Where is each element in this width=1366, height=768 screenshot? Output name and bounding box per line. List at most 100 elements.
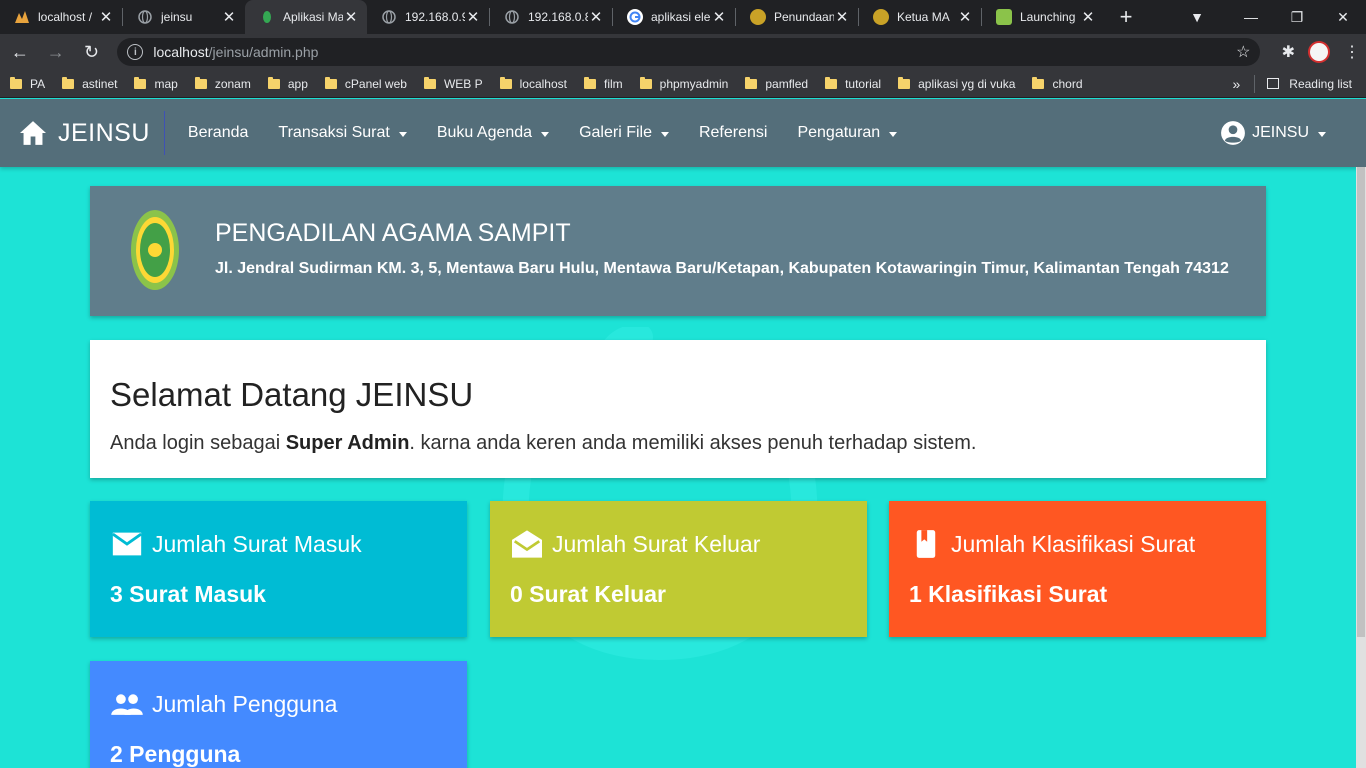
- bookmark-item[interactable]: map: [134, 76, 178, 91]
- globe-icon: [504, 9, 520, 25]
- bookmark-item[interactable]: zonam: [194, 76, 251, 91]
- stat-card-surat-keluar[interactable]: Jumlah Surat Keluar 0 Surat Keluar: [490, 501, 867, 637]
- forward-icon[interactable]: →: [40, 36, 72, 68]
- bookmark-label: zonam: [214, 76, 251, 91]
- stat-value: 0 Surat Keluar: [510, 581, 666, 607]
- bookmark-label: cPanel web: [344, 76, 407, 91]
- google-icon: [627, 9, 643, 25]
- back-icon[interactable]: ←: [4, 36, 36, 68]
- book-icon: [916, 530, 936, 558]
- close-icon[interactable]: ✕: [221, 8, 237, 26]
- stat-card-klasifikasi-surat[interactable]: Jumlah Klasifikasi Surat 1 Klasifikasi S…: [889, 501, 1266, 637]
- close-window-icon[interactable]: ✕: [1320, 9, 1366, 26]
- tab-title: Ketua MA: [897, 10, 950, 24]
- leaf-icon: [259, 9, 275, 25]
- url-host: localhost: [153, 44, 209, 60]
- bookmark-item[interactable]: cPanel web: [324, 76, 407, 91]
- bookmark-item[interactable]: localhost: [499, 76, 567, 91]
- browser-tab[interactable]: Penundaan ✕: [736, 0, 858, 34]
- browser-tab[interactable]: Ketua MA ✕: [859, 0, 981, 34]
- seal-icon: [750, 9, 766, 25]
- menu-item-label: Galeri File: [579, 124, 652, 141]
- close-icon[interactable]: ✕: [957, 8, 973, 26]
- menu-item-label: Pengaturan: [797, 124, 881, 141]
- close-icon[interactable]: ✕: [834, 8, 850, 26]
- bookmark-item[interactable]: tutorial: [825, 76, 881, 91]
- account-circle-icon: [1221, 121, 1246, 145]
- new-tab-button[interactable]: +: [1110, 4, 1142, 30]
- bookmark-item[interactable]: app: [267, 76, 308, 91]
- bookmarks-overflow-icon[interactable]: »: [1233, 76, 1241, 92]
- tab-search-icon[interactable]: ▼: [1174, 9, 1220, 25]
- close-icon[interactable]: ✕: [1080, 8, 1096, 26]
- bookmark-item[interactable]: film: [583, 76, 623, 91]
- tab-title: aplikasi ele: [651, 10, 711, 24]
- browser-tab[interactable]: 192.168.0.8 ✕: [490, 0, 612, 34]
- browser-menu-icon[interactable]: ⋮: [1338, 42, 1366, 62]
- tab-title: Aplikasi Ma: [283, 10, 343, 24]
- menu-item-buku-agenda[interactable]: Buku Agenda: [422, 124, 564, 142]
- close-icon[interactable]: ✕: [711, 8, 727, 26]
- bookmark-item[interactable]: WEB P: [423, 76, 483, 91]
- minimize-icon[interactable]: —: [1228, 9, 1274, 25]
- bookmark-star-icon[interactable]: ☆: [1236, 42, 1250, 62]
- menu-item-label: Referensi: [698, 124, 768, 141]
- welcome-text-after: . karna anda keren anda memiliki akses p…: [409, 432, 977, 454]
- court-emblem-logo: [131, 210, 179, 290]
- scrollbar-thumb[interactable]: [1357, 167, 1365, 637]
- app-navbar: JEINSU Beranda Transaksi Surat Buku Agenda…: [0, 99, 1366, 167]
- bookmark-label: phpmyadmin: [659, 76, 729, 91]
- close-icon[interactable]: ✕: [343, 8, 359, 26]
- browser-tab[interactable]: localhost / ✕: [0, 0, 122, 34]
- folder-icon: [194, 76, 207, 89]
- bookmark-label: app: [287, 76, 308, 91]
- phpmyadmin-icon: [14, 9, 30, 25]
- browser-tab-active[interactable]: Aplikasi Ma ✕: [245, 0, 367, 34]
- folder-icon: [745, 76, 758, 89]
- address-bar[interactable]: i localhost/jeinsu/admin.php ☆: [117, 38, 1261, 66]
- menu-item-label: Beranda: [187, 124, 249, 141]
- window-controls: ▼ — ❐ ✕: [1174, 0, 1366, 34]
- close-icon[interactable]: ✕: [465, 8, 481, 26]
- brand[interactable]: JEINSU: [0, 111, 165, 155]
- site-info-icon[interactable]: i: [127, 44, 144, 60]
- browser-tab-bar: localhost / ✕ jeinsu ✕ Aplikasi Ma ✕ 192…: [0, 0, 1366, 34]
- bookmark-label: chord: [1052, 76, 1083, 91]
- user-menu[interactable]: JEINSU: [1220, 120, 1326, 146]
- stat-card-surat-masuk[interactable]: Jumlah Surat Masuk 3 Surat Masuk: [90, 501, 467, 637]
- menu-item-beranda[interactable]: Beranda: [173, 124, 264, 142]
- bookmark-item[interactable]: PA: [10, 76, 46, 91]
- menu-item-referensi[interactable]: Referensi: [684, 124, 782, 142]
- welcome-card: Selamat Datang JEINSU Anda login sebagai…: [90, 340, 1266, 478]
- folder-icon: [267, 76, 280, 89]
- bookmark-item[interactable]: chord: [1032, 76, 1083, 91]
- menu-item-pengaturan[interactable]: Pengaturan: [782, 124, 912, 142]
- page-scrollbar[interactable]: [1356, 167, 1366, 768]
- restore-icon[interactable]: ❐: [1274, 9, 1320, 26]
- browser-tab[interactable]: Launching ✕: [982, 0, 1104, 34]
- reading-list-label: Reading list: [1289, 76, 1352, 91]
- reading-list-icon: [1267, 78, 1280, 89]
- institution-address: Jl. Jendral Sudirman KM. 3, 5, Mentawa B…: [215, 260, 1229, 277]
- bookmark-label: PA: [30, 76, 46, 91]
- extensions-puzzle-icon[interactable]: ✱: [1272, 36, 1304, 68]
- bookmark-item[interactable]: astinet: [62, 76, 117, 91]
- emblem-icon: [996, 9, 1012, 25]
- bookmark-item[interactable]: aplikasi yg di vuka: [898, 76, 1015, 91]
- folder-icon: [1032, 76, 1045, 89]
- stat-card-pengguna[interactable]: Jumlah Pengguna 2 Pengguna: [90, 661, 467, 768]
- menu-item-galeri-file[interactable]: Galeri File: [564, 124, 684, 142]
- reading-list-button[interactable]: Reading list: [1254, 74, 1352, 93]
- bookmark-item[interactable]: pamfled: [745, 76, 808, 91]
- reload-icon[interactable]: ↻: [76, 36, 108, 68]
- menu-item-transaksi-surat[interactable]: Transaksi Surat: [263, 124, 421, 142]
- tab-title: Launching: [1020, 10, 1076, 24]
- close-icon[interactable]: ✕: [98, 8, 114, 26]
- browser-tab[interactable]: 192.168.0.9 ✕: [367, 0, 489, 34]
- close-icon[interactable]: ✕: [588, 8, 604, 26]
- browser-tab[interactable]: aplikasi ele ✕: [613, 0, 735, 34]
- bookmark-item[interactable]: phpmyadmin: [639, 76, 729, 91]
- browser-tab[interactable]: jeinsu ✕: [123, 0, 245, 34]
- welcome-title: Selamat Datang JEINSU: [110, 376, 474, 413]
- profile-avatar[interactable]: [1308, 41, 1331, 63]
